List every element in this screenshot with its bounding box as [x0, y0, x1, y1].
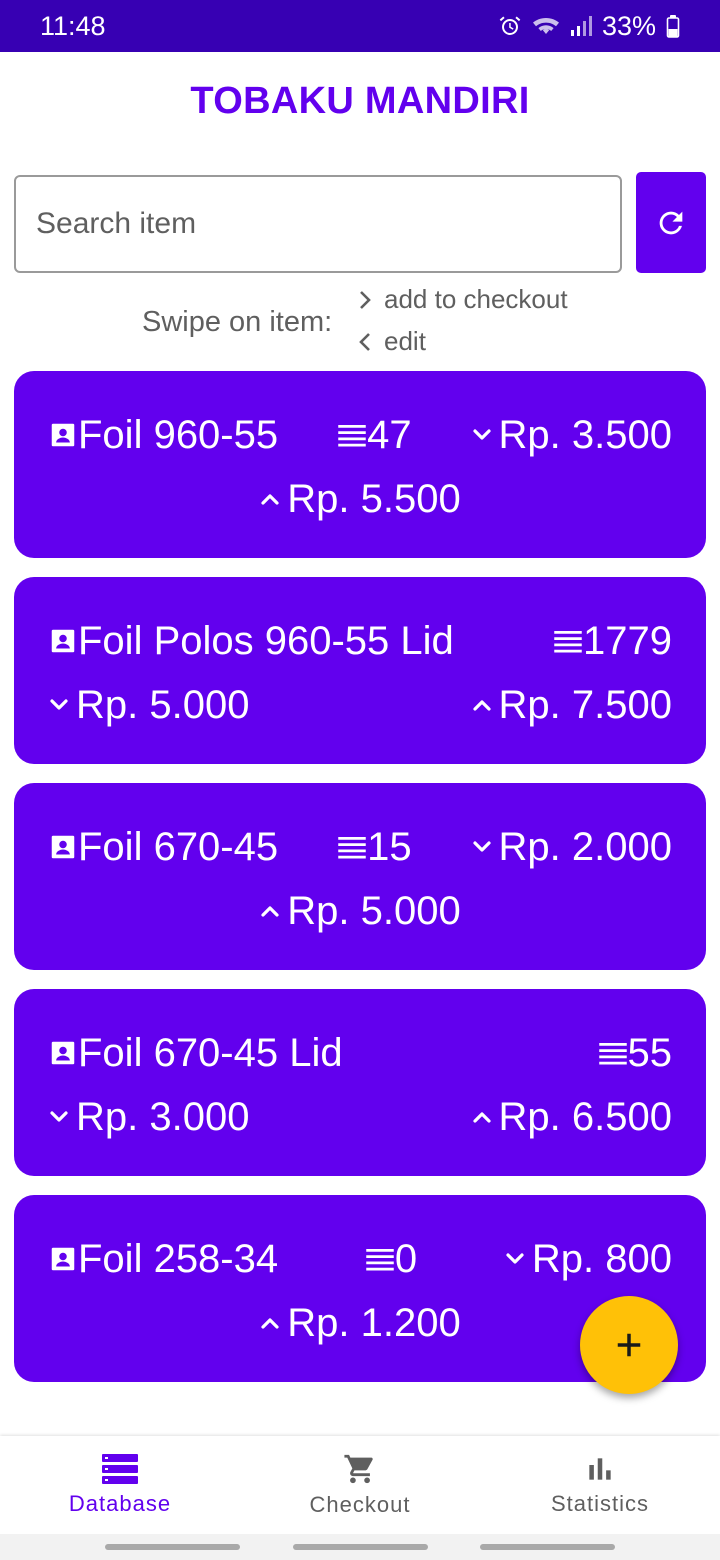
item-stock: 0: [365, 1237, 417, 1282]
bar-chart-icon: [589, 1458, 611, 1480]
battery-icon: [666, 15, 680, 38]
wifi-icon: [532, 18, 559, 34]
nav-label-database: Database: [68, 1491, 172, 1516]
chevron-down-icon: [472, 429, 491, 440]
swipe-left-label: edit: [384, 326, 426, 356]
status-bar: 11:48 33%: [0, 0, 720, 52]
item-card[interactable]: Foil 960-55 47 Rp. 3.500 Rp. 5.500: [14, 371, 706, 558]
item-sell-price: Rp. 1.200: [259, 1301, 461, 1346]
chevron-up-icon: [261, 494, 279, 505]
list-lines-icon: [338, 425, 366, 447]
chevron-up-icon: [261, 1318, 279, 1329]
item-name: Foil 670-45: [48, 825, 278, 870]
contact-card-icon: [51, 423, 75, 447]
contact-card-icon: [51, 1041, 75, 1065]
signal-icon: [570, 16, 592, 36]
chevron-right-icon: [360, 290, 371, 309]
item-stock: 1779: [553, 619, 672, 664]
nav-item-checkout[interactable]: Checkout: [240, 1436, 480, 1534]
plus-icon: [617, 1333, 641, 1357]
contact-card-icon: [51, 629, 75, 653]
list-lines-icon: [338, 837, 366, 859]
refresh-icon: [659, 211, 683, 234]
cart-icon: [344, 1454, 373, 1484]
system-nav-back[interactable]: [480, 1544, 615, 1550]
item-stock: 47: [337, 413, 412, 458]
swipe-right-label: add to checkout: [384, 284, 568, 314]
item-card[interactable]: Foil 670-45 15 Rp. 2.000 Rp. 5.000: [14, 783, 706, 970]
item-name: Foil 258-34: [48, 1237, 278, 1282]
item-sell-price: Rp. 5.000: [259, 889, 461, 934]
item-buy-price: Rp. 5.000: [48, 683, 249, 728]
item-sell-price: Rp. 6.500: [471, 1095, 672, 1140]
chevron-up-icon: [472, 700, 491, 711]
database-icon: [102, 1454, 138, 1484]
item-sell-price: Rp. 7.500: [471, 683, 672, 728]
chevron-up-icon: [472, 1112, 491, 1123]
contact-card-icon: [51, 835, 75, 859]
list-lines-icon: [598, 1043, 627, 1065]
bottom-navigation: Database Checkout Statistics: [0, 1436, 720, 1534]
add-item-button[interactable]: [580, 1296, 678, 1394]
swipe-right-hint: add to checkout: [356, 284, 568, 315]
refresh-button[interactable]: [636, 172, 706, 273]
item-card[interactable]: Foil Polos 960-55 Lid 1779 Rp. 5.000 Rp.…: [14, 577, 706, 764]
list-lines-icon: [366, 1249, 394, 1271]
app-title: TOBAKU MANDIRI: [190, 80, 530, 122]
item-stock: 15: [337, 825, 412, 870]
chevron-down-icon: [50, 1111, 68, 1122]
chevron-up-icon: [261, 906, 279, 917]
item-sell-price: Rp. 5.500: [259, 477, 461, 522]
nav-item-database[interactable]: Database: [0, 1436, 240, 1534]
system-nav-recents[interactable]: [105, 1544, 240, 1550]
search-placeholder: Search item: [36, 207, 197, 240]
item-buy-price: Rp. 800: [504, 1237, 672, 1282]
item-name: Foil 960-55: [48, 413, 278, 458]
alarm-icon: [499, 16, 521, 35]
item-stock: 55: [598, 1031, 672, 1076]
swipe-left-hint: edit: [356, 326, 426, 357]
chevron-left-icon: [359, 332, 370, 351]
chevron-down-icon: [472, 841, 491, 852]
item-buy-price: Rp. 3.500: [471, 413, 672, 458]
system-nav-home[interactable]: [293, 1544, 428, 1550]
nav-label-statistics: Statistics: [550, 1491, 650, 1516]
system-navigation-bar: [0, 1534, 720, 1560]
item-buy-price: Rp. 2.000: [471, 825, 672, 870]
swipe-hint-label: Swipe on item:: [142, 306, 333, 338]
nav-label-checkout: Checkout: [309, 1492, 411, 1517]
chevron-down-icon: [50, 699, 68, 710]
contact-card-icon: [51, 1247, 75, 1271]
battery-percent: 33%: [601, 10, 656, 41]
list-lines-icon: [554, 631, 582, 653]
item-name: Foil 670-45 Lid: [48, 1031, 343, 1076]
status-time: 11:48: [40, 10, 106, 41]
nav-item-statistics[interactable]: Statistics: [480, 1436, 720, 1534]
chevron-down-icon: [506, 1253, 524, 1264]
item-name: Foil Polos 960-55 Lid: [48, 619, 454, 664]
search-input[interactable]: Search item: [14, 175, 622, 273]
item-buy-price: Rp. 3.000: [48, 1095, 249, 1140]
item-card[interactable]: Foil 670-45 Lid 55 Rp. 3.000 Rp. 6.500: [14, 989, 706, 1176]
